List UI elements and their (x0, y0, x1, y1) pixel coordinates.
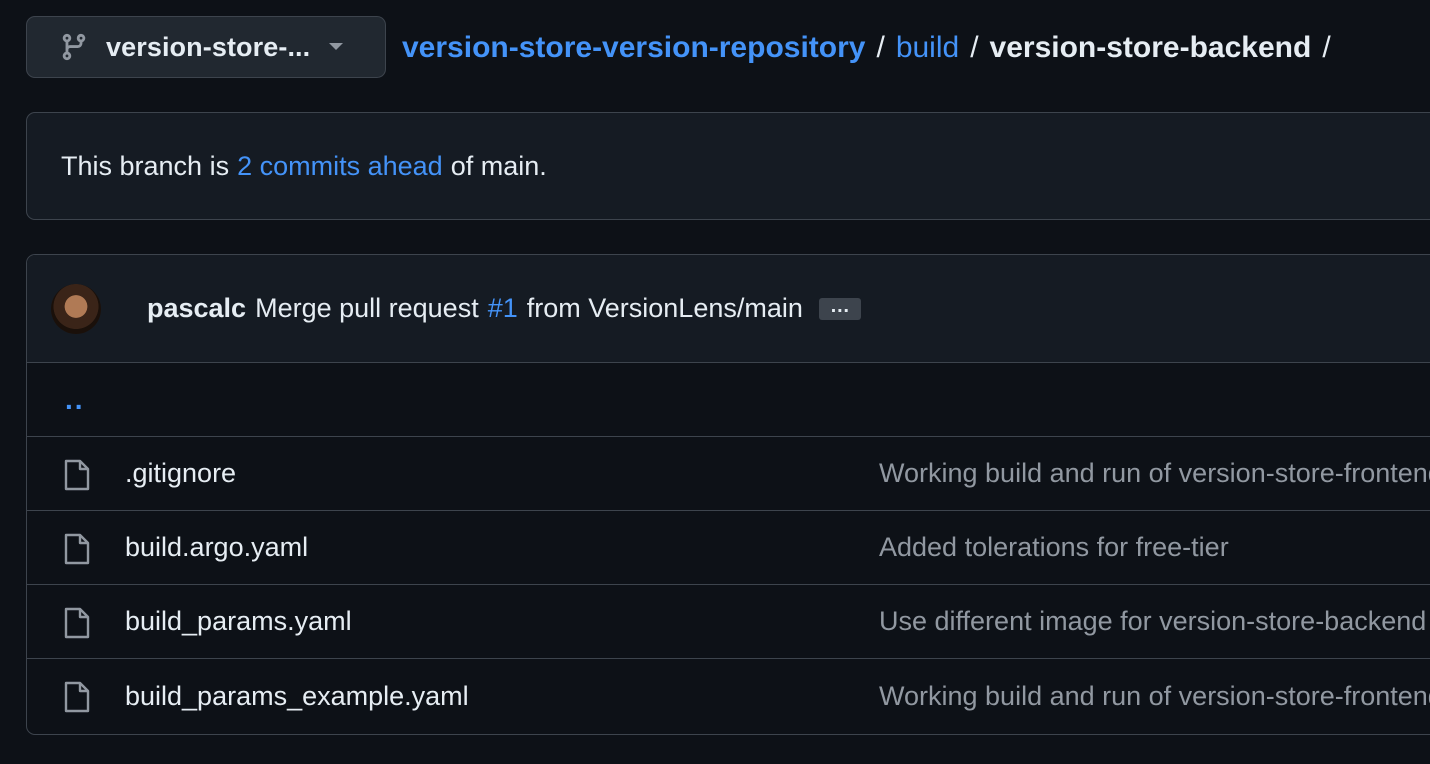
breadcrumb-folder-link[interactable]: build (896, 31, 959, 65)
file-name-link[interactable]: build_params.yaml (125, 606, 352, 637)
file-name-link[interactable]: build.argo.yaml (125, 532, 308, 563)
breadcrumb-current-folder: version-store-backend (989, 31, 1312, 64)
branch-selector-button[interactable]: version-store-... (26, 16, 386, 78)
commit-message-start[interactable]: Merge pull request (255, 293, 479, 324)
file-commit-message-link[interactable]: Working build and run of version-store-f… (879, 681, 1430, 712)
breadcrumb-separator: / (970, 31, 979, 64)
file-icon (63, 681, 91, 713)
branch-ahead-notice: This branch is 2 commits ahead of main. (26, 112, 1430, 220)
file-name-link[interactable]: .gitignore (125, 458, 236, 489)
commit-pr-link[interactable]: #1 (488, 293, 518, 324)
ahead-notice-prefix: This branch is (61, 150, 230, 181)
breadcrumb: version-store-version-repository / build… (402, 28, 1342, 68)
file-commit-message-link[interactable]: Use different image for version-store-ba… (879, 606, 1426, 637)
file-icon (63, 459, 91, 491)
git-branch-icon (59, 32, 89, 62)
breadcrumb-repo-link[interactable]: version-store-version-repository (402, 31, 865, 65)
triangle-down-icon (328, 42, 344, 52)
file-icon (63, 607, 91, 639)
ahead-notice-suffix: of main. (450, 150, 547, 181)
breadcrumb-separator: / (876, 31, 885, 64)
breadcrumb-separator: / (1322, 31, 1331, 64)
parent-directory-link[interactable]: .. (27, 363, 1430, 437)
commits-ahead-link[interactable]: 2 commits ahead (237, 151, 443, 182)
file-name-link[interactable]: build_params_example.yaml (125, 681, 469, 712)
table-row[interactable]: build_params.yaml Use different image fo… (27, 585, 1430, 659)
table-row[interactable]: build_params_example.yaml Working build … (27, 659, 1430, 733)
commit-author-link[interactable]: pascalc (147, 293, 246, 324)
file-icon (63, 533, 91, 565)
file-commit-message-link[interactable]: Working build and run of version-store-f… (879, 458, 1430, 489)
file-commit-message-link[interactable]: Added tolerations for free-tier (879, 532, 1229, 563)
file-table: pascalc Merge pull request #1 from Versi… (26, 254, 1430, 735)
avatar[interactable] (51, 283, 101, 334)
commit-message-end[interactable]: from VersionLens/main (527, 293, 803, 324)
latest-commit-row: pascalc Merge pull request #1 from Versi… (27, 255, 1430, 363)
expand-commit-message-button[interactable]: … (818, 296, 861, 320)
table-row[interactable]: .gitignore Working build and run of vers… (27, 437, 1430, 511)
branch-name-label: version-store-... (106, 31, 311, 62)
table-row[interactable]: build.argo.yaml Added tolerations for fr… (27, 511, 1430, 585)
